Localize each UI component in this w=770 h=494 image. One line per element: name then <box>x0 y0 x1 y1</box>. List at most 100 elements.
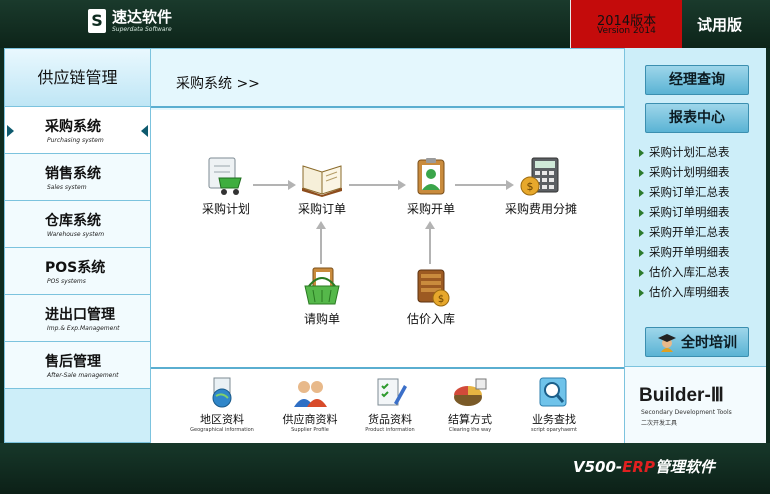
settlement-method-button[interactable]: 结算方式 Clearing the way <box>435 377 505 433</box>
builder-title: Builder-Ⅲ <box>639 385 724 406</box>
builder-tool-panel[interactable]: Builder-Ⅲ Secondary Development Tools 二次… <box>625 366 766 443</box>
report-link[interactable]: 采购开单汇总表 <box>639 224 730 240</box>
sidebar-title: 供应链管理 <box>5 49 150 107</box>
open-book-icon <box>299 156 345 198</box>
flow-node-label: 请购单 <box>303 312 340 326</box>
region-info-button[interactable]: 地区资料 Geographical information <box>187 377 257 433</box>
bullet-arrow-icon <box>639 288 644 297</box>
sidebar-item-purchasing[interactable]: 采购系统 Purchasing system <box>5 107 150 154</box>
sidebar-item-sublabel: POS systems <box>47 278 86 285</box>
users-icon <box>292 377 328 409</box>
flow-node-request[interactable]: 请购单 <box>287 266 357 327</box>
sidebar-item-pos[interactable]: POS系统 POS systems <box>5 248 150 295</box>
builder-subtitle: Secondary Development Tools <box>641 409 732 416</box>
bullet-arrow-icon <box>639 168 644 177</box>
svg-text:$: $ <box>438 294 444 305</box>
main-panel: 采购系统 >> 采购计划 采购订单 采购开单 $ 采购费用分摊 请购单 $ 估价… <box>151 48 624 444</box>
sidebar-item-after-sale[interactable]: 售后管理 After-Sale management <box>5 342 150 389</box>
sidebar-item-sales[interactable]: 销售系统 Sales system <box>5 154 150 201</box>
flow-node-estimate[interactable]: $ 估价入库 <box>396 266 466 327</box>
report-link[interactable]: 采购订单汇总表 <box>639 184 730 200</box>
logo-name-en: Superdata Software <box>112 26 172 33</box>
flow-node-plan[interactable]: 采购计划 <box>191 156 261 217</box>
left-sidebar: 供应链管理 采购系统 Purchasing system 销售系统 Sales … <box>4 48 151 443</box>
quick-access-sublabel: script oparyhaemt <box>531 427 577 433</box>
quick-access-label: 结算方式 <box>448 413 492 426</box>
quick-access-sublabel: Geographical information <box>190 427 254 433</box>
globe-document-icon <box>204 377 240 409</box>
svg-text:$: $ <box>527 180 534 193</box>
bullet-arrow-icon <box>639 268 644 277</box>
flow-node-label: 采购订单 <box>297 202 346 216</box>
flow-arrow-icon <box>425 221 435 229</box>
manager-query-button[interactable]: 经理查询 <box>645 65 749 95</box>
pie-chart-icon <box>452 377 488 409</box>
logo-mark-icon: S <box>88 9 106 33</box>
bullet-arrow-icon <box>639 228 644 237</box>
report-link[interactable]: 采购开单明细表 <box>639 244 730 260</box>
sidebar-item-label: 销售系统 <box>45 166 101 182</box>
sidebar-item-sublabel: Purchasing system <box>47 137 104 144</box>
breadcrumb: 采购系统 >> <box>151 49 624 108</box>
flow-node-order[interactable]: 采购订单 <box>287 156 357 217</box>
sidebar-item-label: 仓库系统 <box>45 213 101 229</box>
bullet-arrow-icon <box>639 208 644 217</box>
bullet-arrow-icon <box>639 148 644 157</box>
sidebar-item-label: 进出口管理 <box>45 307 115 323</box>
sidebar-item-sublabel: Imp.& Exp.Management <box>47 325 120 332</box>
sidebar-item-sublabel: After-Sale management <box>47 372 119 379</box>
process-flow: 采购计划 采购订单 采购开单 $ 采购费用分摊 请购单 $ 估价入库 <box>151 110 624 369</box>
version-label-en: Version 2014 <box>597 26 656 36</box>
graduate-icon <box>658 334 676 352</box>
user-clipboard-icon <box>408 156 454 198</box>
logo: S 速达软件 Superdata Software <box>88 9 172 33</box>
checklist-pen-icon <box>372 377 408 409</box>
right-panel: 经理查询 报表中心 采购计划汇总表 采购计划明细表 采购订单汇总表 采购订单明细… <box>624 48 766 443</box>
sidebar-item-label: POS系统 <box>45 260 106 276</box>
flow-node-label: 采购费用分摊 <box>504 202 577 216</box>
sidebar-item-label: 售后管理 <box>45 354 101 370</box>
flow-connector <box>429 228 431 264</box>
business-search-button[interactable]: 业务查找 script oparyhaemt <box>519 377 589 433</box>
builder-subtitle-cn: 二次开发工具 <box>641 420 678 427</box>
quick-access-label: 货品资料 <box>368 413 412 426</box>
shopping-basket-icon <box>299 266 345 308</box>
magnifier-icon <box>536 377 572 409</box>
supplier-info-button[interactable]: 供应商资料 Supplier Profile <box>275 377 345 433</box>
bullet-arrow-icon <box>639 248 644 257</box>
quick-access-bar: 地区资料 Geographical information 供应商资料 Supp… <box>151 369 624 444</box>
report-link[interactable]: 采购订单明细表 <box>639 204 730 220</box>
footer-bar: V500-ERP管理软件 <box>0 443 770 494</box>
flow-node-invoice[interactable]: 采购开单 <box>396 156 466 217</box>
quick-access-sublabel: Supplier Profile <box>291 427 329 433</box>
training-button[interactable]: 全时培训 <box>645 327 749 357</box>
edition-label: 试用版 <box>697 16 743 34</box>
quick-access-sublabel: Product information <box>365 427 415 433</box>
shopping-cart-icon <box>203 156 249 198</box>
report-link[interactable]: 采购计划汇总表 <box>639 144 730 160</box>
app-window: S 速达软件 Superdata Software 2014版本 Version… <box>0 0 770 494</box>
report-link[interactable]: 估价入库明细表 <box>639 284 730 300</box>
active-arrow-right-icon <box>141 125 148 137</box>
product-info-button[interactable]: 货品资料 Product information <box>355 377 425 433</box>
training-label: 全时培训 <box>681 335 737 351</box>
version-badge: 2014版本 Version 2014 <box>570 0 682 48</box>
sidebar-item-import-export[interactable]: 进出口管理 Imp.& Exp.Management <box>5 295 150 342</box>
quick-access-label: 业务查找 <box>532 413 576 426</box>
sidebar-item-sublabel: Sales system <box>47 184 87 191</box>
report-link[interactable]: 采购计划明细表 <box>639 164 730 180</box>
flow-node-label: 估价入库 <box>406 312 455 326</box>
quick-access-label: 地区资料 <box>200 413 244 426</box>
report-center-button[interactable]: 报表中心 <box>645 103 749 133</box>
report-link[interactable]: 估价入库汇总表 <box>639 264 730 280</box>
active-arrow-left-icon <box>7 125 14 137</box>
flow-connector <box>320 228 322 264</box>
flow-node-label: 采购计划 <box>201 202 250 216</box>
flow-node-cost[interactable]: $ 采购费用分摊 <box>496 156 586 217</box>
sidebar-item-warehouse[interactable]: 仓库系统 Warehouse system <box>5 201 150 248</box>
header-bar: S 速达软件 Superdata Software 2014版本 Version… <box>0 0 770 48</box>
flow-node-label: 采购开单 <box>406 202 455 216</box>
logo-name: 速达软件 <box>112 8 173 26</box>
quick-access-label: 供应商资料 <box>282 413 338 426</box>
product-name: V500-ERP管理软件 <box>573 458 715 476</box>
